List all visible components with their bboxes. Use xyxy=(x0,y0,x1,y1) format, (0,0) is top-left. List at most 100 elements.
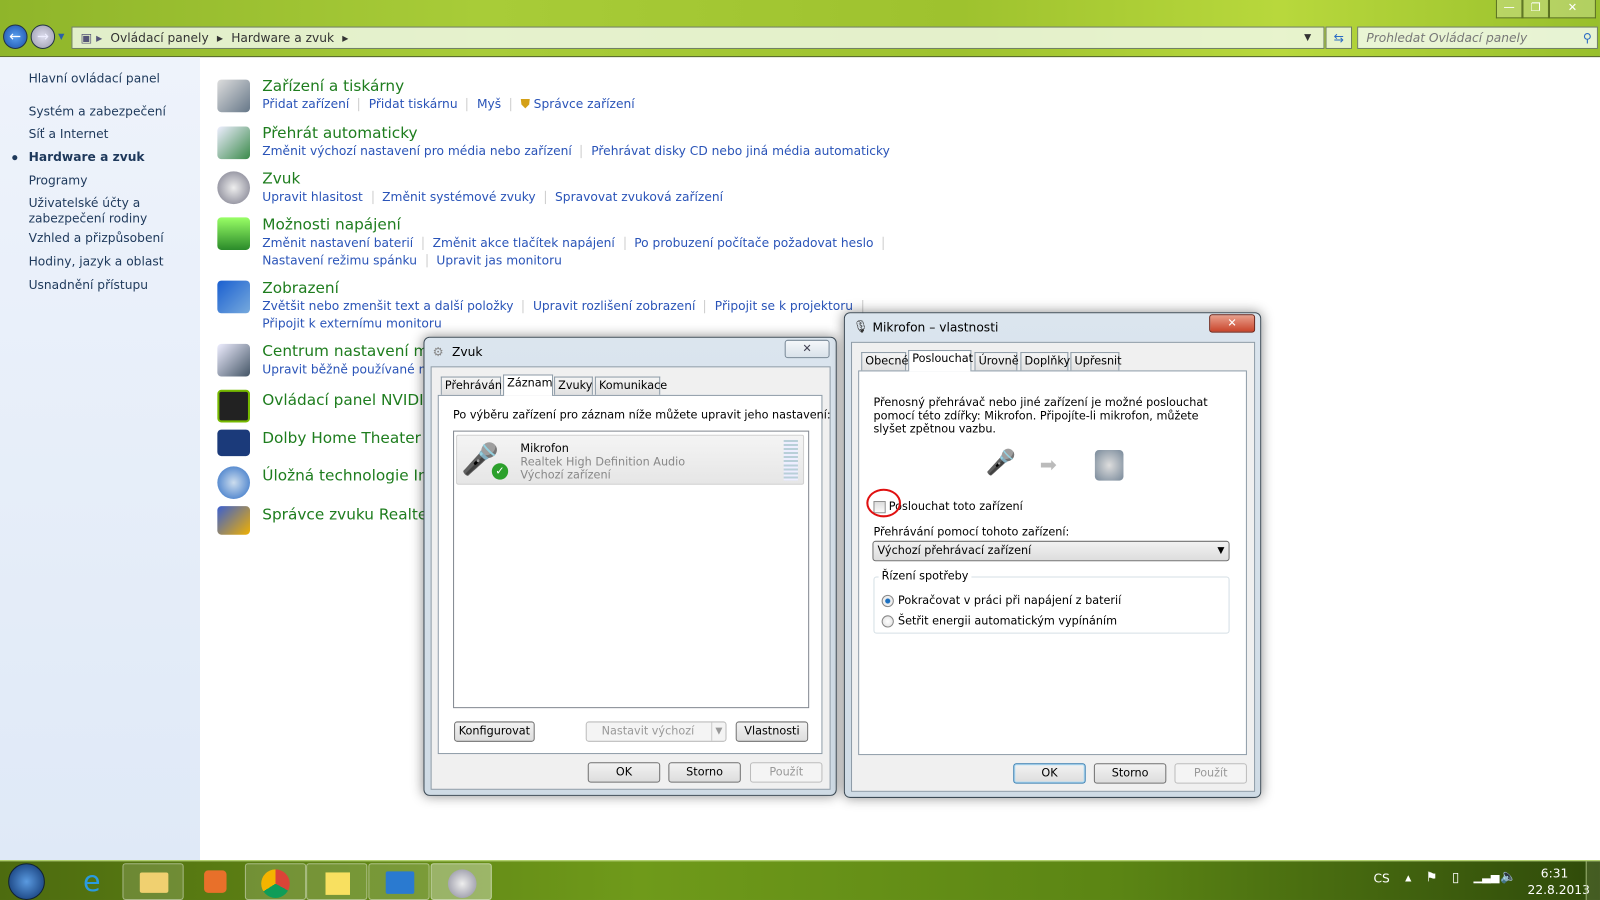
radio-continue-label[interactable]: Pokračovat v práci při napájení z bateri… xyxy=(898,594,1121,607)
volume-icon[interactable]: 🔈 xyxy=(1500,869,1517,884)
properties-button[interactable]: Vlastnosti xyxy=(735,721,809,742)
sidebar-item-accessibility[interactable]: Usnadnění přístupu xyxy=(29,278,148,293)
network-signal-icon[interactable]: ▁▃▅ xyxy=(1473,870,1499,883)
action-center-flag-icon[interactable]: ⚑ xyxy=(1425,870,1437,885)
configure-button[interactable]: Konfigurovat xyxy=(454,721,535,742)
radio-save-energy[interactable] xyxy=(881,615,894,628)
tab-general[interactable]: Obecné xyxy=(861,352,908,371)
link-projector[interactable]: Připojit se k projektoru xyxy=(715,299,853,313)
link-autoplay-cds[interactable]: Přehrávat disky CD nebo jiná média autom… xyxy=(591,144,890,158)
search-icon[interactable]: ⚲ xyxy=(1583,28,1592,48)
tab-levels[interactable]: Úrovně xyxy=(974,352,1019,371)
windows-explorer-icon[interactable] xyxy=(122,863,184,900)
control-panel-icon[interactable] xyxy=(368,863,430,900)
autoplay-icon xyxy=(217,126,250,160)
forward-button[interactable]: → xyxy=(30,24,56,49)
microphone-icon: 🎙 xyxy=(853,319,869,334)
category-links: Zvětšit nebo zmenšit text a další položk… xyxy=(262,299,872,314)
search-input[interactable]: Prohledat Ovládací panely ⚲ xyxy=(1357,26,1598,49)
clock-time[interactable]: 6:31 xyxy=(1541,866,1569,880)
link-text-size[interactable]: Zvětšit nebo zmenšit text a další položk… xyxy=(262,299,513,313)
category-dolby[interactable]: Dolby Home Theater xyxy=(262,429,421,447)
minimize-button[interactable]: — xyxy=(1495,0,1523,19)
chrome-icon[interactable] xyxy=(244,863,307,900)
sidebar-item-home[interactable]: Hlavní ovládací panel xyxy=(29,71,160,86)
apply-button[interactable]: Použít xyxy=(1174,763,1247,784)
radio-continue-on-battery[interactable] xyxy=(881,594,894,608)
window-titlebar: — ❐ ✕ ← → ▼ ▣ ▸ Ovládací panely ▸ Hardware … xyxy=(0,0,1600,58)
apply-button[interactable]: Použít xyxy=(749,762,823,783)
language-indicator[interactable]: CS xyxy=(1373,871,1389,885)
link-resolution[interactable]: Upravit rozlišení zobrazení xyxy=(533,299,695,313)
breadcrumb-control-panel[interactable]: Ovládací panely xyxy=(110,31,208,45)
close-window-button[interactable]: ✕ xyxy=(1548,0,1596,19)
media-player-icon[interactable] xyxy=(184,863,245,900)
category-realtek[interactable]: Správce zvuku Realtek xyxy=(262,505,436,523)
breadcrumb-hardware-sound[interactable]: Hardware a zvuk xyxy=(231,31,334,45)
link-system-sounds[interactable]: Změnit systémové zvuky xyxy=(382,190,535,204)
cancel-button[interactable]: Storno xyxy=(668,762,741,783)
link-add-device[interactable]: Přidat zařízení xyxy=(262,97,349,111)
back-button[interactable]: ← xyxy=(3,24,28,49)
link-change-media-defaults[interactable]: Změnit výchozí nastavení pro média nebo … xyxy=(262,144,572,158)
sidebar-item-system-security[interactable]: Systém a zabezpečení xyxy=(29,104,166,119)
refresh-icon[interactable]: ⇆ xyxy=(1325,26,1353,49)
battery-icon[interactable]: ▯ xyxy=(1452,870,1459,885)
link-battery-settings[interactable]: Změnit nastavení baterií xyxy=(262,236,413,250)
ok-button[interactable]: OK xyxy=(1013,763,1086,784)
tab-enhancements[interactable]: Doplňky xyxy=(1020,352,1070,371)
device-list[interactable]: 🎤 ✓ Mikrofon Realtek High Definition Aud… xyxy=(453,430,810,709)
tab-listen[interactable]: Poslouchat xyxy=(908,349,973,372)
listen-checkbox-label[interactable]: Poslouchat toto zařízení xyxy=(889,500,1023,513)
internet-explorer-icon[interactable]: e xyxy=(61,863,122,900)
category-power[interactable]: Možnosti napájení xyxy=(262,215,401,233)
category-sound[interactable]: Zvuk xyxy=(262,169,300,187)
sidebar-item-appearance[interactable]: Vzhled a přizpůsobení xyxy=(29,231,164,246)
radio-save-energy-label[interactable]: Šetřit energii automatickým vypínáním xyxy=(898,614,1117,627)
address-dropdown-icon[interactable]: ▼ xyxy=(1304,28,1311,48)
playback-device-select[interactable]: Výchozí přehrávací zařízení ▼ xyxy=(872,540,1230,562)
sidebar-item-user-accounts[interactable]: Uživatelské účty a zabezpečení rodiny xyxy=(29,196,197,227)
cancel-button[interactable]: Storno xyxy=(1093,763,1167,784)
category-devices-printers[interactable]: Zařízení a tiskárny xyxy=(262,77,404,95)
link-power-buttons[interactable]: Změnit akce tlačítek napájení xyxy=(433,236,615,250)
restore-button[interactable]: ❐ xyxy=(1522,0,1549,19)
sidebar-item-programs[interactable]: Programy xyxy=(29,173,88,188)
link-adjust-volume[interactable]: Upravit hlasitost xyxy=(262,190,363,204)
tab-communications[interactable]: Komunikace xyxy=(594,376,667,395)
category-autoplay[interactable]: Přehrát automaticky xyxy=(262,123,417,141)
tab-recording[interactable]: Záznam xyxy=(503,374,554,396)
category-mobility-center[interactable]: Centrum nastavení mo xyxy=(262,342,438,360)
close-button[interactable]: ✕ xyxy=(784,339,830,359)
tab-playback[interactable]: Přehrávání xyxy=(440,376,505,395)
sidebar-item-network[interactable]: Síť a Internet xyxy=(29,127,109,142)
address-bar[interactable]: ▣ ▸ Ovládací panely ▸ Hardware a zvuk ▸ ▼ xyxy=(71,26,1325,49)
link-brightness[interactable]: Upravit jas monitoru xyxy=(436,253,561,267)
link-mouse[interactable]: Myš xyxy=(477,97,501,111)
link-manage-audio-devices[interactable]: Spravovat zvuková zařízení xyxy=(555,190,723,204)
category-nvidia[interactable]: Ovládací panel NVIDIA xyxy=(262,391,434,409)
link-wake-password[interactable]: Po probuzení počítače požadovat heslo xyxy=(634,236,873,250)
start-button[interactable] xyxy=(8,863,45,900)
device-item-microphone[interactable]: 🎤 ✓ Mikrofon Realtek High Definition Aud… xyxy=(456,434,805,485)
sidebar-item-hardware-sound[interactable]: Hardware a zvuk xyxy=(29,150,145,165)
set-default-button[interactable]: Nastavit výchozí ▼ xyxy=(585,721,727,742)
category-display[interactable]: Zobrazení xyxy=(262,279,339,297)
show-desktop-button[interactable] xyxy=(1585,861,1600,900)
ok-button[interactable]: OK xyxy=(587,762,661,783)
history-dropdown-icon[interactable]: ▼ xyxy=(58,32,64,41)
chevron-down-icon[interactable]: ▼ xyxy=(711,722,722,741)
link-add-printer[interactable]: Přidat tiskárnu xyxy=(369,97,458,111)
tab-sounds[interactable]: Zvuky xyxy=(554,376,593,395)
sticky-notes-icon[interactable] xyxy=(306,863,368,900)
category-intel-storage[interactable]: Úložná technologie Inte xyxy=(262,466,443,484)
tab-advanced[interactable]: Upřesnit xyxy=(1070,352,1122,371)
link-sleep-mode[interactable]: Nastavení režimu spánku xyxy=(262,253,417,267)
show-hidden-icons[interactable]: ▲ xyxy=(1405,873,1411,882)
sidebar-item-clock-language[interactable]: Hodiny, jazyk a oblast xyxy=(29,254,164,269)
link-external-monitor[interactable]: Připojit k externímu monitoru xyxy=(262,316,441,330)
close-button[interactable]: ✕ xyxy=(1209,314,1256,333)
link-device-manager[interactable]: Správce zařízení xyxy=(534,97,635,111)
sound-taskbar-icon[interactable] xyxy=(430,863,492,900)
clock-date[interactable]: 22.8.2013 xyxy=(1528,883,1590,897)
